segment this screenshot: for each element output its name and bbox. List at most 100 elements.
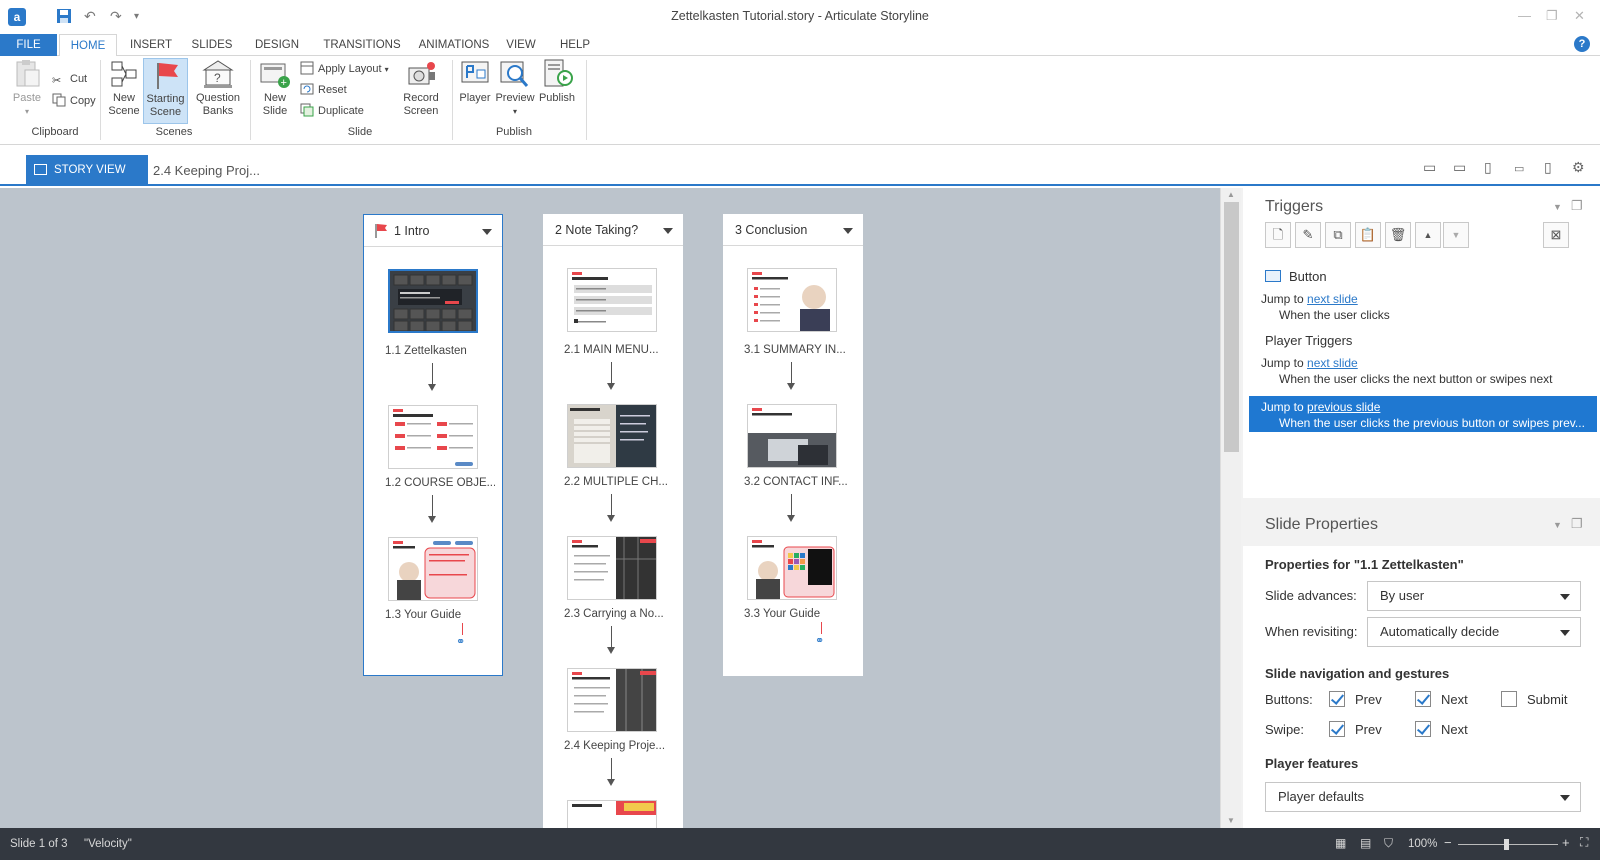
scroll-up-icon[interactable]: ▲ xyxy=(1227,190,1235,199)
slide-thumbnail[interactable] xyxy=(747,404,837,468)
scene-note-taking[interactable]: 2 Note Taking? 2.1 MAIN MENU... 2.2 MULT… xyxy=(543,214,683,834)
slide-advances-dropdown[interactable]: By user xyxy=(1367,581,1581,611)
swipe-next-checkbox[interactable] xyxy=(1415,721,1431,737)
new-slide-button[interactable]: + New Slide xyxy=(256,58,294,118)
help-icon[interactable]: ? xyxy=(1574,36,1590,52)
story-view-mode-icon[interactable]: ▦ xyxy=(1335,836,1346,850)
collapse-icon[interactable]: ▼ xyxy=(1553,520,1562,530)
canvas-scrollbar[interactable]: ▲ ▼ xyxy=(1220,188,1241,828)
close-icon[interactable]: ✕ xyxy=(1574,8,1585,24)
duplicate-button[interactable]: Duplicate xyxy=(300,101,364,121)
slide-label[interactable]: 1.1 Zettelkasten xyxy=(385,345,495,357)
slide-thumbnail[interactable] xyxy=(388,405,478,469)
minimize-icon[interactable]: — xyxy=(1518,8,1531,23)
chevron-down-icon[interactable] xyxy=(663,228,673,234)
copy-trigger-button[interactable]: ⧉ xyxy=(1325,222,1351,248)
slide-thumbnail[interactable] xyxy=(747,268,837,332)
link-icon[interactable]: ⚭ xyxy=(815,634,824,647)
trigger-row[interactable]: Jump to next slide xyxy=(1261,356,1358,370)
new-trigger-button[interactable]: 🗋 xyxy=(1265,222,1291,248)
player-preview-icon[interactable]: ⛉ xyxy=(1384,836,1393,851)
collapse-icon[interactable]: ▼ xyxy=(1553,202,1562,212)
slide-thumbnail[interactable] xyxy=(567,404,657,468)
link-icon[interactable]: ⚭ xyxy=(456,635,465,648)
fit-to-window-icon[interactable]: ⛶ xyxy=(1580,835,1588,850)
phone-portrait-icon[interactable]: ▯ xyxy=(1544,159,1552,176)
desktop-view-icon[interactable]: ▭ xyxy=(1423,159,1436,176)
variables-button[interactable]: ⊠ xyxy=(1543,222,1569,248)
buttons-prev-checkbox[interactable] xyxy=(1329,691,1345,707)
tab-help[interactable]: HELP xyxy=(556,34,594,56)
tab-view[interactable]: VIEW xyxy=(500,34,542,56)
trigger-row[interactable]: Jump to next slide xyxy=(1261,292,1358,306)
publish-button[interactable]: Publish xyxy=(536,58,578,105)
move-down-button[interactable]: ▼ xyxy=(1443,222,1469,248)
starting-scene-button[interactable]: Starting Scene xyxy=(143,58,188,124)
slide-thumbnail[interactable] xyxy=(747,536,837,600)
slide-thumbnail[interactable] xyxy=(567,536,657,600)
scene-header[interactable]: 2 Note Taking? xyxy=(543,214,683,246)
reset-button[interactable]: Reset xyxy=(300,80,347,100)
slide-label[interactable]: 3.3 Your Guide xyxy=(744,608,854,620)
story-view-tab[interactable]: STORY VIEW xyxy=(26,155,148,186)
paste-button[interactable]: Paste ▾ xyxy=(8,58,46,118)
slide-label[interactable]: 1.2 COURSE OBJE... xyxy=(385,477,495,489)
tablet-portrait-icon[interactable]: ▯ xyxy=(1484,159,1492,176)
zoom-level[interactable]: 100% xyxy=(1408,838,1437,850)
slide-label[interactable]: 2.1 MAIN MENU... xyxy=(564,344,674,356)
trigger-target-link[interactable]: previous slide xyxy=(1307,400,1380,414)
restore-icon[interactable]: ❐ xyxy=(1546,8,1558,24)
slide-label[interactable]: 3.1 SUMMARY IN... xyxy=(744,344,854,356)
buttons-submit-checkbox[interactable] xyxy=(1501,691,1517,707)
slide-thumbnail[interactable] xyxy=(567,268,657,332)
trigger-target-link[interactable]: next slide xyxy=(1307,292,1358,306)
question-banks-button[interactable]: ? Question Banks xyxy=(192,58,244,118)
slide-thumbnail[interactable] xyxy=(567,668,657,732)
slide-label[interactable]: 1.3 Your Guide xyxy=(385,609,495,621)
float-panel-icon[interactable]: ❐ xyxy=(1571,516,1583,532)
scene-conclusion[interactable]: 3 Conclusion 3.1 SUMMARY IN... 3.2 CONTA… xyxy=(723,214,863,676)
preview-button[interactable]: Preview ▾ xyxy=(494,58,536,118)
player-button[interactable]: Player xyxy=(456,58,494,105)
scrollbar-thumb[interactable] xyxy=(1224,202,1239,452)
copy-button[interactable]: Copy xyxy=(52,91,96,111)
zoom-slider-thumb[interactable] xyxy=(1504,839,1509,850)
chevron-down-icon[interactable] xyxy=(482,229,492,235)
cut-button[interactable]: ✂ Cut xyxy=(52,69,87,89)
tab-home[interactable]: HOME xyxy=(59,34,117,57)
tab-insert[interactable]: INSERT xyxy=(122,34,180,56)
chevron-down-icon[interactable] xyxy=(843,228,853,234)
apply-layout-button[interactable]: Apply Layout ▾ xyxy=(300,59,389,79)
edit-trigger-button[interactable]: ✎ xyxy=(1295,222,1321,248)
paste-trigger-button[interactable]: 📋 xyxy=(1355,222,1381,248)
tab-file[interactable]: FILE xyxy=(0,34,57,56)
gear-icon[interactable]: ⚙ xyxy=(1572,159,1585,176)
record-screen-button[interactable]: Record Screen xyxy=(400,58,442,118)
tablet-landscape-icon[interactable]: ▭ xyxy=(1453,159,1466,176)
slide-label[interactable]: 2.3 Carrying a No... xyxy=(564,608,674,620)
when-revisiting-dropdown[interactable]: Automatically decide xyxy=(1367,617,1581,647)
slide-thumbnail[interactable] xyxy=(388,537,478,601)
tab-slides[interactable]: SLIDES xyxy=(184,34,240,56)
tab-animations[interactable]: ANIMATIONS xyxy=(410,34,498,56)
selected-trigger-row[interactable]: Jump to previous slide When the user cli… xyxy=(1249,396,1597,432)
move-up-button[interactable]: ▲ xyxy=(1415,222,1441,248)
scroll-down-icon[interactable]: ▼ xyxy=(1227,816,1235,825)
delete-trigger-button[interactable]: 🗑 xyxy=(1385,222,1411,248)
scene-header[interactable]: 3 Conclusion xyxy=(723,214,863,246)
trigger-target-link[interactable]: next slide xyxy=(1307,356,1358,370)
buttons-next-checkbox[interactable] xyxy=(1415,691,1431,707)
slide-label[interactable]: 3.2 CONTACT INF... xyxy=(744,476,854,488)
tab-design[interactable]: DESIGN xyxy=(248,34,306,56)
slide-tab-breadcrumb[interactable]: 2.4 Keeping Proj... xyxy=(153,163,260,178)
zoom-in-icon[interactable]: + xyxy=(1562,835,1570,850)
scene-header[interactable]: 1 Intro xyxy=(364,215,502,247)
tab-transitions[interactable]: TRANSITIONS xyxy=(314,34,410,56)
swipe-prev-checkbox[interactable] xyxy=(1329,721,1345,737)
slide-thumbnail[interactable] xyxy=(388,269,478,333)
slide-label[interactable]: 2.2 MULTIPLE CH... xyxy=(564,476,674,488)
zoom-out-icon[interactable]: − xyxy=(1444,835,1452,850)
slide-label[interactable]: 2.4 Keeping Proje... xyxy=(564,740,674,752)
phone-landscape-icon[interactable]: ▭ xyxy=(1514,162,1524,175)
normal-view-icon[interactable]: ▤ xyxy=(1360,836,1371,850)
